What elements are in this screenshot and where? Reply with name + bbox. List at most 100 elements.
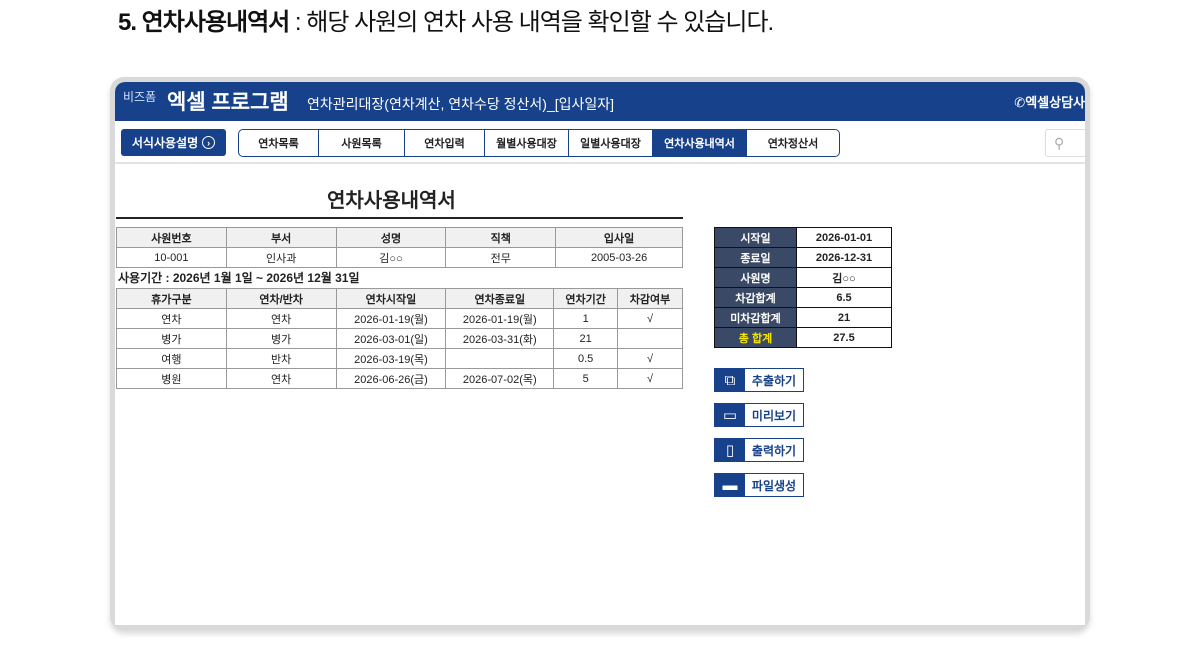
employee-table: 사원번호 부서 성명 직책 입사일 10-001 인사과 김○○ 전무 2005-03-26: [116, 227, 683, 268]
usage-header: 차감여부: [617, 288, 683, 309]
usage-row[interactable]: 여행 반차 2026-03-19(목) 0.5 √: [116, 348, 683, 369]
summary-label: 미차감합계: [714, 307, 797, 328]
usage-cell: 1: [553, 308, 619, 329]
summary-row: 사원명 김○○: [714, 267, 892, 288]
usage-cell: √: [617, 308, 683, 329]
action-label: 미리보기: [751, 408, 797, 423]
action-button-3[interactable]: ▯ 출력하기: [714, 438, 804, 462]
usage-cell: 21: [553, 328, 619, 349]
usage-cell: √: [617, 348, 683, 369]
section-heading: 5. 연차사용내역서 : 해당 사원의 연차 사용 내역을 확인할 수 있습니다…: [118, 2, 774, 37]
usage-header: 연차종료일: [445, 288, 555, 309]
nav-bar: 서식사용설명 › 연차목록 사원목록 연차입력 월별사용대장 일별사용대장 연차사용내역서 연…: [115, 121, 1085, 164]
heading-number: 5. 연차사용내역서: [118, 9, 290, 36]
tab-6[interactable]: 연차사용내역서: [653, 130, 747, 156]
summary-label: 총 합계: [714, 327, 797, 348]
usage-row[interactable]: 병원 연차 2026-06-26(금) 2026-07-02(목) 5 √: [116, 368, 683, 389]
usage-cell: 2026-07-02(목): [445, 368, 555, 389]
tab-bar: 연차목록 사원목록 연차입력 월별사용대장 일별사용대장 연차사용내역서 연차정산서: [238, 129, 840, 157]
consult-label: 엑셀상담사: [1025, 95, 1085, 110]
usage-cell: 0.5: [553, 348, 619, 369]
summary-label: 사원명: [714, 267, 797, 288]
summary-value: 6.5: [796, 287, 892, 308]
search-box[interactable]: ⚲: [1045, 129, 1085, 157]
usage-cell: 여행: [116, 348, 227, 369]
monitor-icon: ▭: [715, 404, 745, 426]
chevron-right-circle-icon: ›: [202, 136, 216, 149]
action-button-2[interactable]: ▭ 미리보기: [714, 403, 804, 427]
summary-row: 종료일 2026-12-31: [714, 247, 892, 268]
summary-row: 차감합계 6.5: [714, 287, 892, 308]
brand-title: 엑셀 프로그램: [167, 91, 289, 114]
phone-icon: ✆: [1014, 95, 1026, 110]
usage-cell: 반차: [225, 348, 337, 369]
usage-header: 연차시작일: [335, 288, 447, 309]
employee-cell: 전무: [445, 247, 557, 268]
employee-cell: 10-001: [116, 247, 227, 268]
summary-value: 김○○: [796, 267, 892, 288]
page-title: 연차사용내역서: [327, 190, 456, 212]
employee-header: 입사일: [555, 227, 683, 248]
action-label: 추출하기: [751, 373, 797, 388]
heading-desc: : 해당 사원의 연차 사용 내역을 확인할 수 있습니다.: [289, 9, 774, 36]
folder-icon: ▬: [715, 474, 745, 496]
tab-2[interactable]: 사원목록: [319, 130, 405, 156]
usage-cell: 병가: [116, 328, 227, 349]
usage-table: 휴가구분 연차/반차 연차시작일 연차종료일 연차기간 차감여부 연차 연차 2026-01-1…: [116, 288, 683, 389]
tab-7[interactable]: 연차정산서: [747, 130, 839, 156]
guide-label: 서식사용설명: [131, 136, 199, 150]
brand-logo-small: 비즈폼: [123, 90, 157, 104]
employee-header: 사원번호: [116, 227, 227, 248]
usage-cell: 2026-03-01(일): [335, 328, 447, 349]
tab-4[interactable]: 월별사용대장: [485, 130, 569, 156]
usage-cell: [445, 348, 555, 369]
summary-row: 시작일 2026-01-01: [714, 227, 892, 248]
usage-row[interactable]: 연차 연차 2026-01-19(월) 2026-01-19(월) 1 √: [116, 308, 683, 329]
employee-header: 직책: [445, 227, 557, 248]
tab-3[interactable]: 연차입력: [405, 130, 485, 156]
app-window: 비즈폼 엑셀 프로그램 연차관리대장(연차계산, 연차수당 정산서)_[입사일자…: [115, 82, 1085, 625]
consult-link[interactable]: ✆엑셀상담사: [1014, 92, 1085, 111]
app-header: 비즈폼 엑셀 프로그램 연차관리대장(연차계산, 연차수당 정산서)_[입사일자…: [115, 82, 1085, 121]
copy-icon: ⧉: [715, 369, 745, 391]
usage-cell: 연차: [116, 308, 227, 329]
usage-header: 휴가구분: [116, 288, 227, 309]
summary-value: 2026-01-01: [796, 227, 892, 248]
employee-cell: 2005-03-26: [555, 247, 683, 268]
usage-cell: 2026-06-26(금): [335, 368, 447, 389]
usage-cell: √: [617, 368, 683, 389]
action-button-4[interactable]: ▬ 파일생성: [714, 473, 804, 497]
employee-cell: 인사과: [225, 247, 337, 268]
summary-label: 차감합계: [714, 287, 797, 308]
employee-header: 부서: [225, 227, 337, 248]
print-icon: ▯: [715, 439, 745, 461]
tab-5[interactable]: 일별사용대장: [569, 130, 653, 156]
action-button-1[interactable]: ⧉ 추출하기: [714, 368, 804, 392]
usage-cell: 병원: [116, 368, 227, 389]
usage-header: 연차/반차: [225, 288, 337, 309]
usage-header: 연차기간: [553, 288, 619, 309]
usage-cell: 5: [553, 368, 619, 389]
action-label: 출력하기: [751, 443, 797, 458]
summary-label: 시작일: [714, 227, 797, 248]
summary-table: 시작일 2026-01-01 종료일 2026-12-31 사원명 김○○ 차감합계 6.5 미…: [714, 227, 892, 348]
summary-row: 총 합계 27.5: [714, 327, 892, 348]
usage-cell: 2026-03-19(목): [335, 348, 447, 369]
usage-cell: 연차: [225, 368, 337, 389]
program-subtitle: 연차관리대장(연차계산, 연차수당 정산서)_[입사일자]: [307, 96, 615, 112]
usage-cell: 2026-03-31(화): [445, 328, 555, 349]
summary-value: 27.5: [796, 327, 892, 348]
usage-row[interactable]: 병가 병가 2026-03-01(일) 2026-03-31(화) 21: [116, 328, 683, 349]
summary-label: 종료일: [714, 247, 797, 268]
usage-cell: 병가: [225, 328, 337, 349]
usage-cell: 2026-01-19(월): [445, 308, 555, 329]
tab-1[interactable]: 연차목록: [239, 130, 319, 156]
summary-row: 미차감합계 21: [714, 307, 892, 328]
summary-value: 21: [796, 307, 892, 328]
title-underline: [116, 217, 683, 219]
usage-cell: 2026-01-19(월): [335, 308, 447, 329]
search-icon: ⚲: [1054, 135, 1065, 151]
usage-cell: [617, 328, 683, 349]
guide-button[interactable]: 서식사용설명 ›: [121, 129, 226, 156]
summary-value: 2026-12-31: [796, 247, 892, 268]
